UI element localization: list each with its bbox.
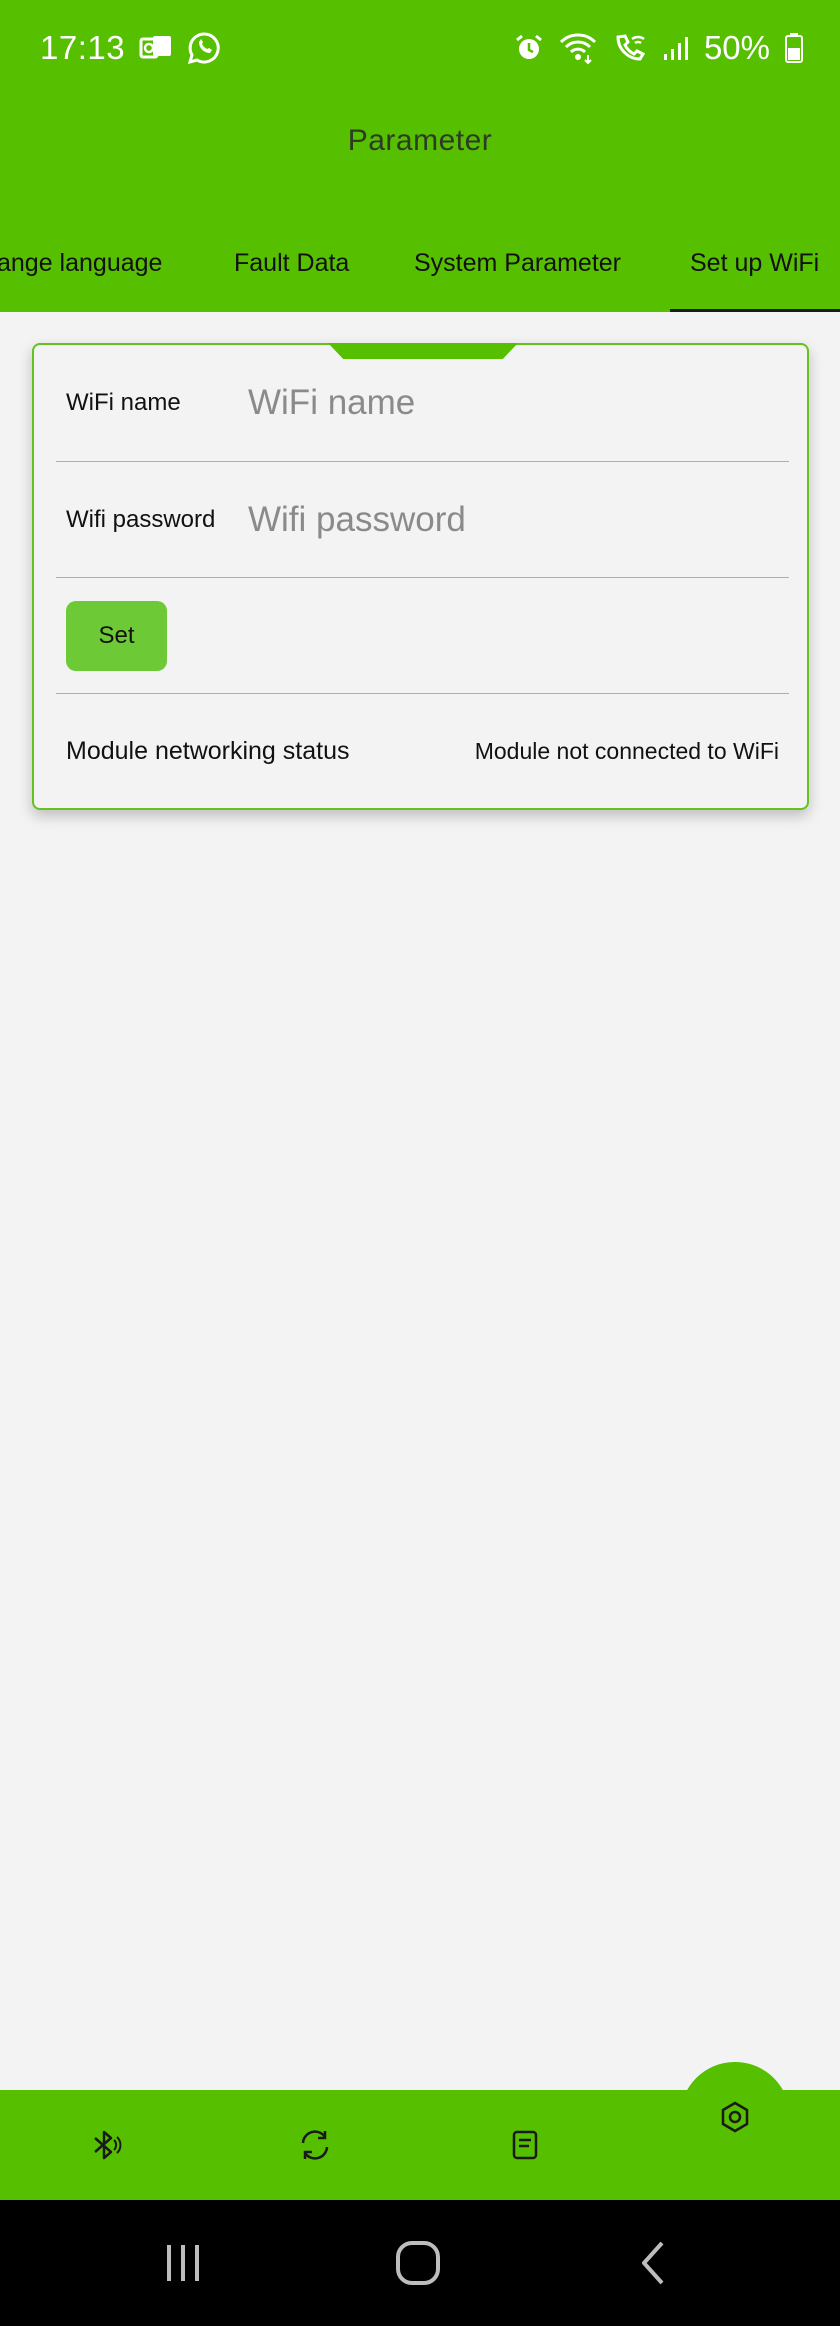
back-icon[interactable] bbox=[619, 2228, 689, 2298]
module-status-value: Module not connected to WiFi bbox=[474, 737, 779, 764]
tab-bar: ange language Fault Data System Paramete… bbox=[0, 214, 840, 312]
wifi-name-row: WiFi name bbox=[56, 345, 789, 462]
settings-icon[interactable] bbox=[680, 2062, 790, 2172]
status-bar-right: 50% bbox=[514, 29, 804, 67]
wifi-password-label: Wifi password bbox=[66, 505, 216, 533]
set-button[interactable]: Set bbox=[66, 600, 167, 671]
tab-system-parameter[interactable]: System Parameter bbox=[414, 214, 621, 312]
alarm-icon bbox=[514, 33, 544, 63]
home-icon[interactable] bbox=[383, 2228, 453, 2298]
module-status-row: Module networking status Module not conn… bbox=[56, 694, 789, 808]
recent-apps-icon[interactable] bbox=[148, 2228, 218, 2298]
status-bar: 17:13 50% bbox=[0, 0, 840, 96]
battery-icon bbox=[784, 32, 804, 64]
outlook-icon bbox=[139, 33, 173, 63]
refresh-icon[interactable] bbox=[290, 2120, 340, 2170]
set-button-row: Set bbox=[56, 578, 789, 694]
wifi-name-label: WiFi name bbox=[66, 389, 181, 416]
wifi-name-input[interactable] bbox=[248, 383, 789, 423]
wifi-call-icon bbox=[612, 31, 648, 65]
tab-set-up-wifi[interactable]: Set up WiFi bbox=[669, 214, 840, 312]
tab-fault-data[interactable]: Fault Data bbox=[234, 214, 349, 312]
system-nav-bar bbox=[0, 2200, 840, 2326]
page-title: Parameter bbox=[347, 124, 493, 157]
whatsapp-icon bbox=[187, 31, 221, 65]
document-icon[interactable] bbox=[500, 2120, 550, 2170]
wifi-settings-card: WiFi name Wifi password Set Module netwo… bbox=[32, 343, 809, 810]
wifi-password-input[interactable] bbox=[248, 499, 789, 540]
module-status-label: Module networking status bbox=[66, 736, 350, 765]
tab-change-language[interactable]: ange language bbox=[0, 214, 162, 312]
status-bar-left: 17:13 bbox=[40, 29, 221, 67]
wifi-icon bbox=[558, 31, 598, 65]
wifi-password-row: Wifi password bbox=[56, 462, 789, 578]
app-header: Parameter ange language Fault Data Syste… bbox=[0, 96, 840, 312]
bluetooth-icon[interactable] bbox=[80, 2120, 130, 2170]
signal-icon bbox=[662, 34, 690, 62]
battery-percent: 50% bbox=[703, 29, 770, 66]
status-time: 17:13 bbox=[40, 29, 126, 66]
